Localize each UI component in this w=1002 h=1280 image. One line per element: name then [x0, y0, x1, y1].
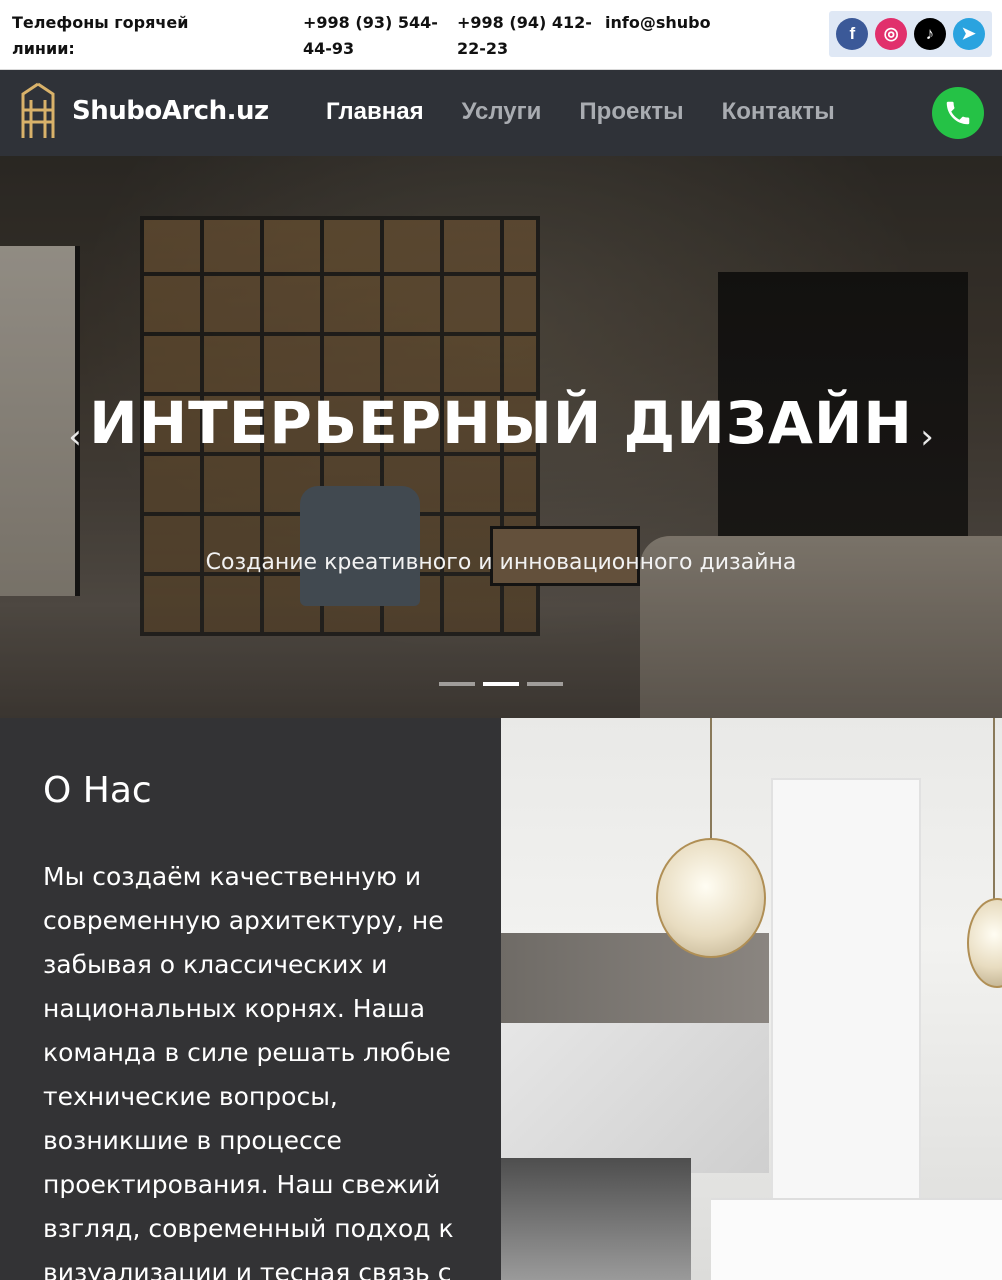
- nav-item-projects[interactable]: Проекты: [579, 98, 683, 126]
- hero-subtitle: Создание креативного и инновационного ди…: [205, 550, 797, 575]
- pendant-lamp: [967, 898, 1002, 988]
- phone-link-1[interactable]: +998 (93) 544-44-93: [303, 10, 443, 62]
- about-section: О Нас Мы создаём качественную и современ…: [0, 718, 501, 1280]
- pendant-lamp: [656, 838, 766, 958]
- lamp-cord: [993, 718, 995, 900]
- about-text: Мы создаём качественную и современную ар…: [43, 862, 454, 1280]
- phone-icon: [946, 101, 970, 125]
- slider-prev-icon[interactable]: ‹: [60, 420, 90, 454]
- nav-menu: Главная Услуги Проекты Контакты: [326, 98, 835, 126]
- slider-indicators: [439, 682, 563, 686]
- instagram-icon[interactable]: ◎: [875, 18, 908, 50]
- slider-indicator-2[interactable]: [483, 682, 519, 686]
- hotline-label: Телефоны горячей линии:: [12, 13, 189, 58]
- tiktok-icon[interactable]: ♪: [913, 18, 946, 50]
- slider-indicator-3[interactable]: [527, 682, 563, 686]
- about-kitchen-image: [501, 718, 1002, 1280]
- email-link[interactable]: info@shubo: [605, 10, 717, 36]
- site-logo[interactable]: ShuboArch.uz: [20, 82, 269, 140]
- logo-text: ShuboArch.uz: [72, 96, 269, 126]
- nav-item-contacts[interactable]: Контакты: [722, 98, 835, 126]
- phone-link-2[interactable]: +998 (94) 412-22-23: [457, 10, 597, 62]
- top-contact-bar: Телефоны горячей линии: +998 (93) 544-44…: [0, 0, 1002, 70]
- facebook-icon[interactable]: f: [836, 18, 869, 50]
- main-navbar: ShuboArch.uz Главная Услуги Проекты Конт…: [0, 70, 1002, 156]
- slider-next-icon[interactable]: ›: [912, 420, 942, 454]
- logo-mark-icon: [21, 82, 55, 138]
- social-links: f ◎ ♪ ➤: [829, 11, 992, 57]
- call-button[interactable]: [932, 87, 984, 139]
- about-heading: О Нас: [43, 770, 152, 811]
- kitchen-backsplash: [501, 1023, 769, 1173]
- kitchen-cabinet: [771, 778, 921, 1218]
- telegram-icon[interactable]: ➤: [952, 18, 985, 50]
- hero-title: ИНТЕРЬЕРНЫЙ ДИЗАЙН: [89, 389, 913, 457]
- nav-item-home[interactable]: Главная: [326, 98, 424, 126]
- kitchen-stove: [501, 1158, 691, 1280]
- nav-item-services[interactable]: Услуги: [462, 98, 542, 126]
- kitchen-island: [711, 1198, 1002, 1280]
- slider-indicator-1[interactable]: [439, 682, 475, 686]
- hero-slider: ИНТЕРЬЕРНЫЙ ДИЗАЙН Создание креативного …: [0, 156, 1002, 718]
- lamp-cord: [710, 718, 712, 840]
